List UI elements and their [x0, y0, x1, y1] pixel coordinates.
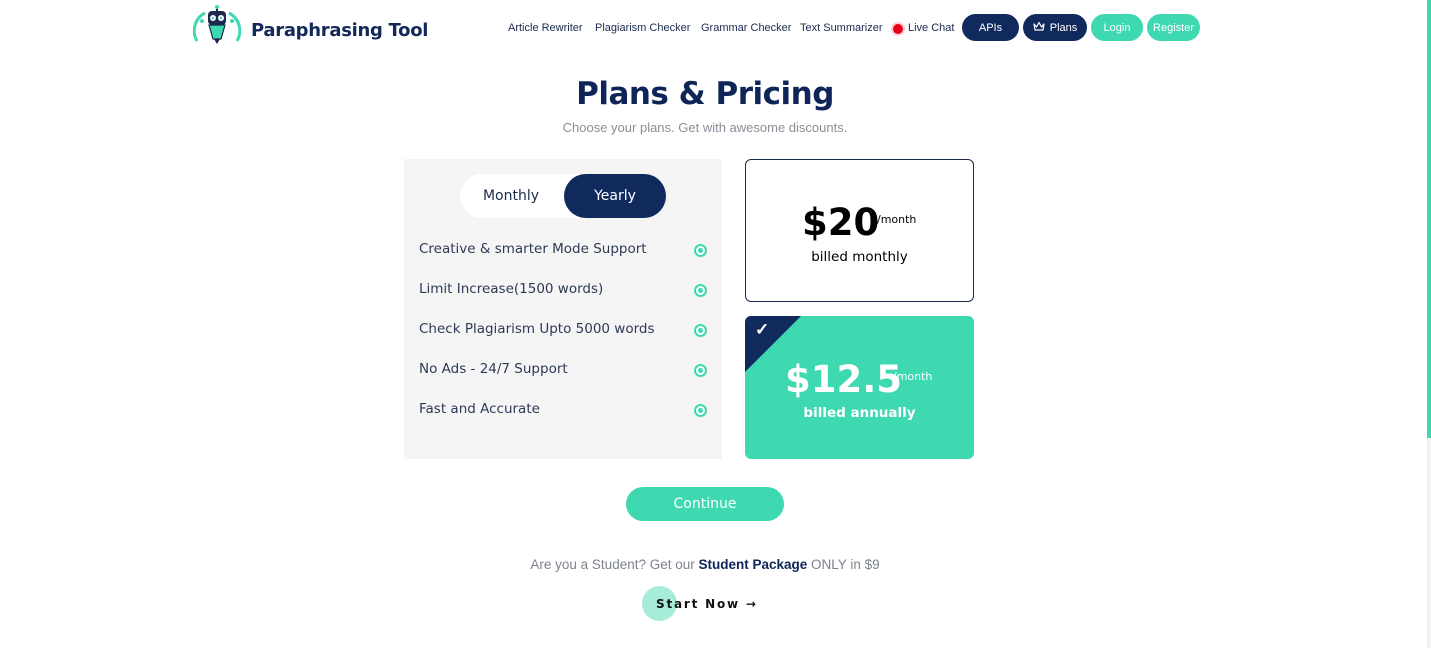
plans-button[interactable]: Plans — [1023, 14, 1087, 41]
plan-card-monthly[interactable]: $20 /month billed monthly — [745, 159, 974, 302]
apis-button[interactable]: APIs — [962, 14, 1019, 41]
crown-icon — [1033, 21, 1045, 34]
page-subtitle: Choose your plans. Get with awesome disc… — [562, 120, 848, 135]
robot-logo-icon[interactable] — [192, 5, 242, 45]
features-panel: Monthly Yearly Creative & smarter Mode S… — [404, 159, 722, 459]
plan-card-yearly[interactable]: ✓ $12.5 /month billed annually — [745, 316, 974, 459]
login-button[interactable]: Login — [1091, 14, 1143, 41]
check-circle-icon — [694, 244, 707, 257]
register-label: Register — [1153, 21, 1194, 34]
nav-grammar-checker[interactable]: Grammar Checker — [701, 22, 791, 34]
feature-label: Check Plagiarism Upto 5000 words — [419, 321, 655, 337]
feature-item: Fast and Accurate — [419, 401, 709, 421]
register-button[interactable]: Register — [1147, 14, 1200, 41]
feature-item: Check Plagiarism Upto 5000 words — [419, 321, 709, 341]
nav-live-chat[interactable]: Live Chat — [908, 22, 954, 34]
monthly-per-month: /month — [877, 213, 917, 226]
page-title: Plans & Pricing — [576, 76, 834, 112]
login-label: Login — [1103, 21, 1131, 34]
student-offer-prefix: Are you a Student? Get our — [530, 557, 699, 572]
check-circle-icon — [694, 284, 707, 297]
checkmark-icon: ✓ — [755, 320, 770, 339]
plans-label: Plans — [1049, 21, 1078, 34]
feature-item: Creative & smarter Mode Support — [419, 241, 709, 261]
student-offer: Are you a Student? Get our Student Packa… — [0, 557, 1410, 572]
feature-label: No Ads - 24/7 Support — [419, 361, 568, 377]
nav-plagiarism-checker[interactable]: Plagiarism Checker — [595, 22, 690, 34]
feature-label: Fast and Accurate — [419, 401, 540, 417]
apis-label: APIs — [978, 21, 1003, 34]
feature-label: Creative & smarter Mode Support — [419, 241, 647, 257]
billing-toggle[interactable]: Monthly Yearly — [460, 174, 666, 218]
live-dot-icon — [893, 24, 903, 34]
brand-name[interactable]: Paraphrasing Tool — [251, 20, 428, 41]
toggle-yearly[interactable]: Yearly — [564, 174, 666, 218]
student-offer-suffix: ONLY in $9 — [807, 557, 880, 572]
yearly-billed: billed annually — [803, 405, 916, 421]
nav-text-summarizer[interactable]: Text Summarizer — [800, 22, 883, 34]
feature-label: Limit Increase(1500 words) — [419, 281, 604, 297]
yearly-per-month: /month — [893, 370, 933, 383]
monthly-price: $20 — [802, 201, 880, 244]
feature-item: No Ads - 24/7 Support — [419, 361, 709, 381]
check-circle-icon — [694, 324, 707, 337]
student-package-link[interactable]: Student Package — [699, 557, 808, 572]
check-circle-icon — [694, 364, 707, 377]
scrollbar-thumb[interactable] — [1427, 0, 1431, 438]
toggle-monthly[interactable]: Monthly — [460, 174, 562, 218]
feature-item: Limit Increase(1500 words) — [419, 281, 709, 301]
nav-article-rewriter[interactable]: Article Rewriter — [508, 22, 583, 34]
start-now-button[interactable]: Start Now → — [656, 597, 758, 611]
check-circle-icon — [694, 404, 707, 417]
yearly-price: $12.5 — [785, 358, 903, 401]
monthly-billed: billed monthly — [811, 249, 908, 265]
continue-button[interactable]: Continue — [626, 487, 784, 521]
site-header: Paraphrasing Tool Article Rewriter Plagi… — [0, 0, 1431, 56]
